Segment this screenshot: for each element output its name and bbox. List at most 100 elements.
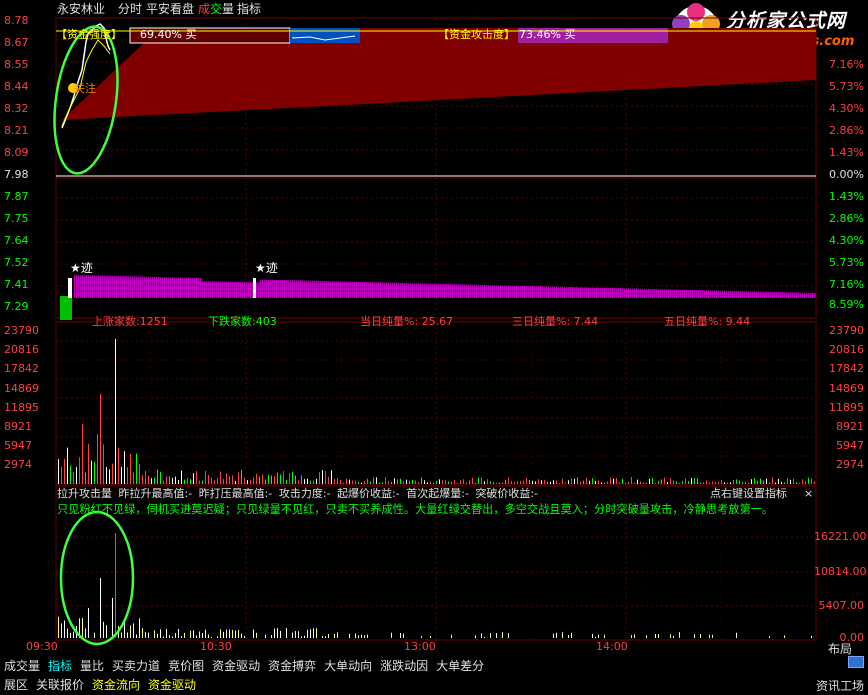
volume-bar-51: [211, 477, 212, 484]
day-net-volume: 当日纯量%: 25.67: [360, 315, 454, 328]
flow-bar-212: [498, 285, 500, 298]
volume-bar-215: [703, 482, 704, 484]
indicator-bar-37: [169, 635, 170, 638]
volume-bar-235: [763, 480, 764, 484]
volume-bar-226: [736, 479, 737, 484]
settings-hint[interactable]: 点右键设置指标: [710, 488, 787, 500]
flow-bar-130: [334, 281, 336, 298]
indicator-bar-142: [484, 636, 485, 638]
flow-bar-316: [706, 290, 708, 298]
volume-bar-169: [565, 482, 566, 484]
volume-bar-170: [568, 480, 569, 484]
flow-bar-108: [290, 280, 292, 298]
flow-bar-209: [492, 285, 494, 298]
flow-bar-364: [802, 292, 804, 298]
volume-bar-9: [85, 472, 86, 484]
tab-tabs_row2-0[interactable]: 展区: [0, 676, 32, 694]
flow-bar-360: [794, 292, 796, 298]
volume-bar-135: [463, 479, 464, 484]
volume-bar-165: [553, 480, 554, 484]
volume-bar-184: [610, 477, 611, 484]
tab-tabs_row1-0[interactable]: 成交量: [0, 657, 44, 675]
volume-bar-188: [622, 478, 623, 484]
tab-tabs_row1-3[interactable]: 买卖力道: [108, 657, 164, 675]
indicator-bar-90: [328, 633, 329, 638]
flow-bar-205: [484, 284, 486, 298]
layout-button[interactable]: 布局: [828, 640, 852, 657]
indicator-bar-21: [121, 632, 122, 638]
volume-bar-56: [226, 473, 227, 484]
flow-bar-142: [358, 281, 360, 298]
time-tick-0: 09:30: [26, 640, 58, 653]
indicator-bar-54: [220, 629, 221, 638]
tab-tabs_row1-9[interactable]: 大单差分: [432, 657, 488, 675]
flow-bar-125: [324, 281, 326, 298]
price-right-tick-5: 0.00%: [829, 168, 864, 181]
indicator-bar-60: [238, 629, 239, 638]
tab-tabs_row1-4[interactable]: 竞价图: [164, 657, 208, 675]
tab-tabs_row2-3[interactable]: 资金驱动: [144, 676, 200, 694]
flow-bar-181: [436, 283, 438, 298]
flow-bar-149: [372, 282, 374, 298]
volume-bar-153: [517, 481, 518, 484]
volume-bar-248: [802, 479, 803, 484]
flow-bar-331: [736, 291, 738, 298]
time-tick-2: 13:00: [404, 640, 436, 653]
volume-bar-187: [619, 482, 620, 484]
volume-bar-103: [367, 478, 368, 484]
volume-bar-59: [235, 480, 236, 484]
flow-bar-50: [174, 277, 176, 298]
flow-bar-6: [86, 275, 88, 298]
indicator-bar-61: [241, 633, 242, 638]
indicator-bar-19: [115, 533, 116, 638]
tab-tabs_row1-6[interactable]: 资金搏弈: [264, 657, 320, 675]
volume-bar-10: [88, 444, 89, 484]
volume-bar-119: [415, 480, 416, 484]
volume-bar-5: [73, 471, 74, 484]
tab-tabs_row2-1[interactable]: 关联报价: [32, 676, 88, 694]
indicator-name[interactable]: 拉升攻击量: [57, 487, 112, 500]
tab-tabs_row2-2[interactable]: 资金流向: [88, 676, 144, 694]
volume-bar-49: [205, 470, 206, 484]
flow-bar-163: [400, 282, 402, 298]
flow-bar-49: [172, 277, 174, 298]
info-factory-link[interactable]: 资讯工场: [816, 677, 864, 695]
flow-bar-341: [756, 291, 758, 298]
flow-bar-155: [384, 282, 386, 298]
flow-bar-309: [692, 289, 694, 298]
tab-tabs_row1-8[interactable]: 涨跌动因: [376, 657, 432, 675]
flow-bar-23: [120, 276, 122, 298]
fund-flow-bars: [74, 275, 816, 298]
flow-bar-182: [438, 283, 440, 298]
flow-bar-272: [618, 288, 620, 298]
flow-bar-191: [456, 284, 458, 298]
flow-bar-235: [544, 286, 546, 298]
indicator-bar-66: [256, 632, 257, 638]
volume-bar-11: [91, 460, 92, 484]
flow-bar-366: [806, 292, 808, 298]
flow-bar-328: [730, 290, 732, 298]
flow-bar-70: [214, 281, 216, 298]
flow-bar-22: [118, 276, 120, 298]
flow-bar-53: [180, 277, 182, 298]
indicator-bar-171: [571, 632, 572, 638]
flow-bar-13: [100, 275, 102, 298]
indicator-bar-41: [181, 636, 182, 638]
flow-bar-65: [204, 281, 206, 298]
flow-bar-242: [558, 286, 560, 298]
tab-tabs_row1-7[interactable]: 大单动向: [320, 657, 376, 675]
volume-bar-195: [643, 482, 644, 484]
volume-bar-201: [661, 479, 662, 484]
volume-bar-33: [157, 469, 158, 484]
indicator-bar-204: [670, 634, 671, 638]
tab-tabs_row1-1[interactable]: 指标: [44, 657, 76, 675]
volume-bar-186: [616, 477, 617, 484]
flow-bar-199: [472, 284, 474, 298]
tab-tabs_row1-5[interactable]: 资金驱动: [208, 657, 264, 675]
indicator-title-row: 拉升攻击量 昨拉升最高值:- 昨打压最高值:- 攻击力度:- 起爆价收益:- 首…: [57, 487, 817, 501]
volume-bar-227: [739, 480, 740, 484]
tab-tabs_row1-2[interactable]: 量比: [76, 657, 108, 675]
indicator-close-button[interactable]: ×: [804, 488, 813, 500]
indicator-bar-72: [274, 628, 275, 638]
price-right-tick-10: 7.16%: [829, 278, 864, 291]
